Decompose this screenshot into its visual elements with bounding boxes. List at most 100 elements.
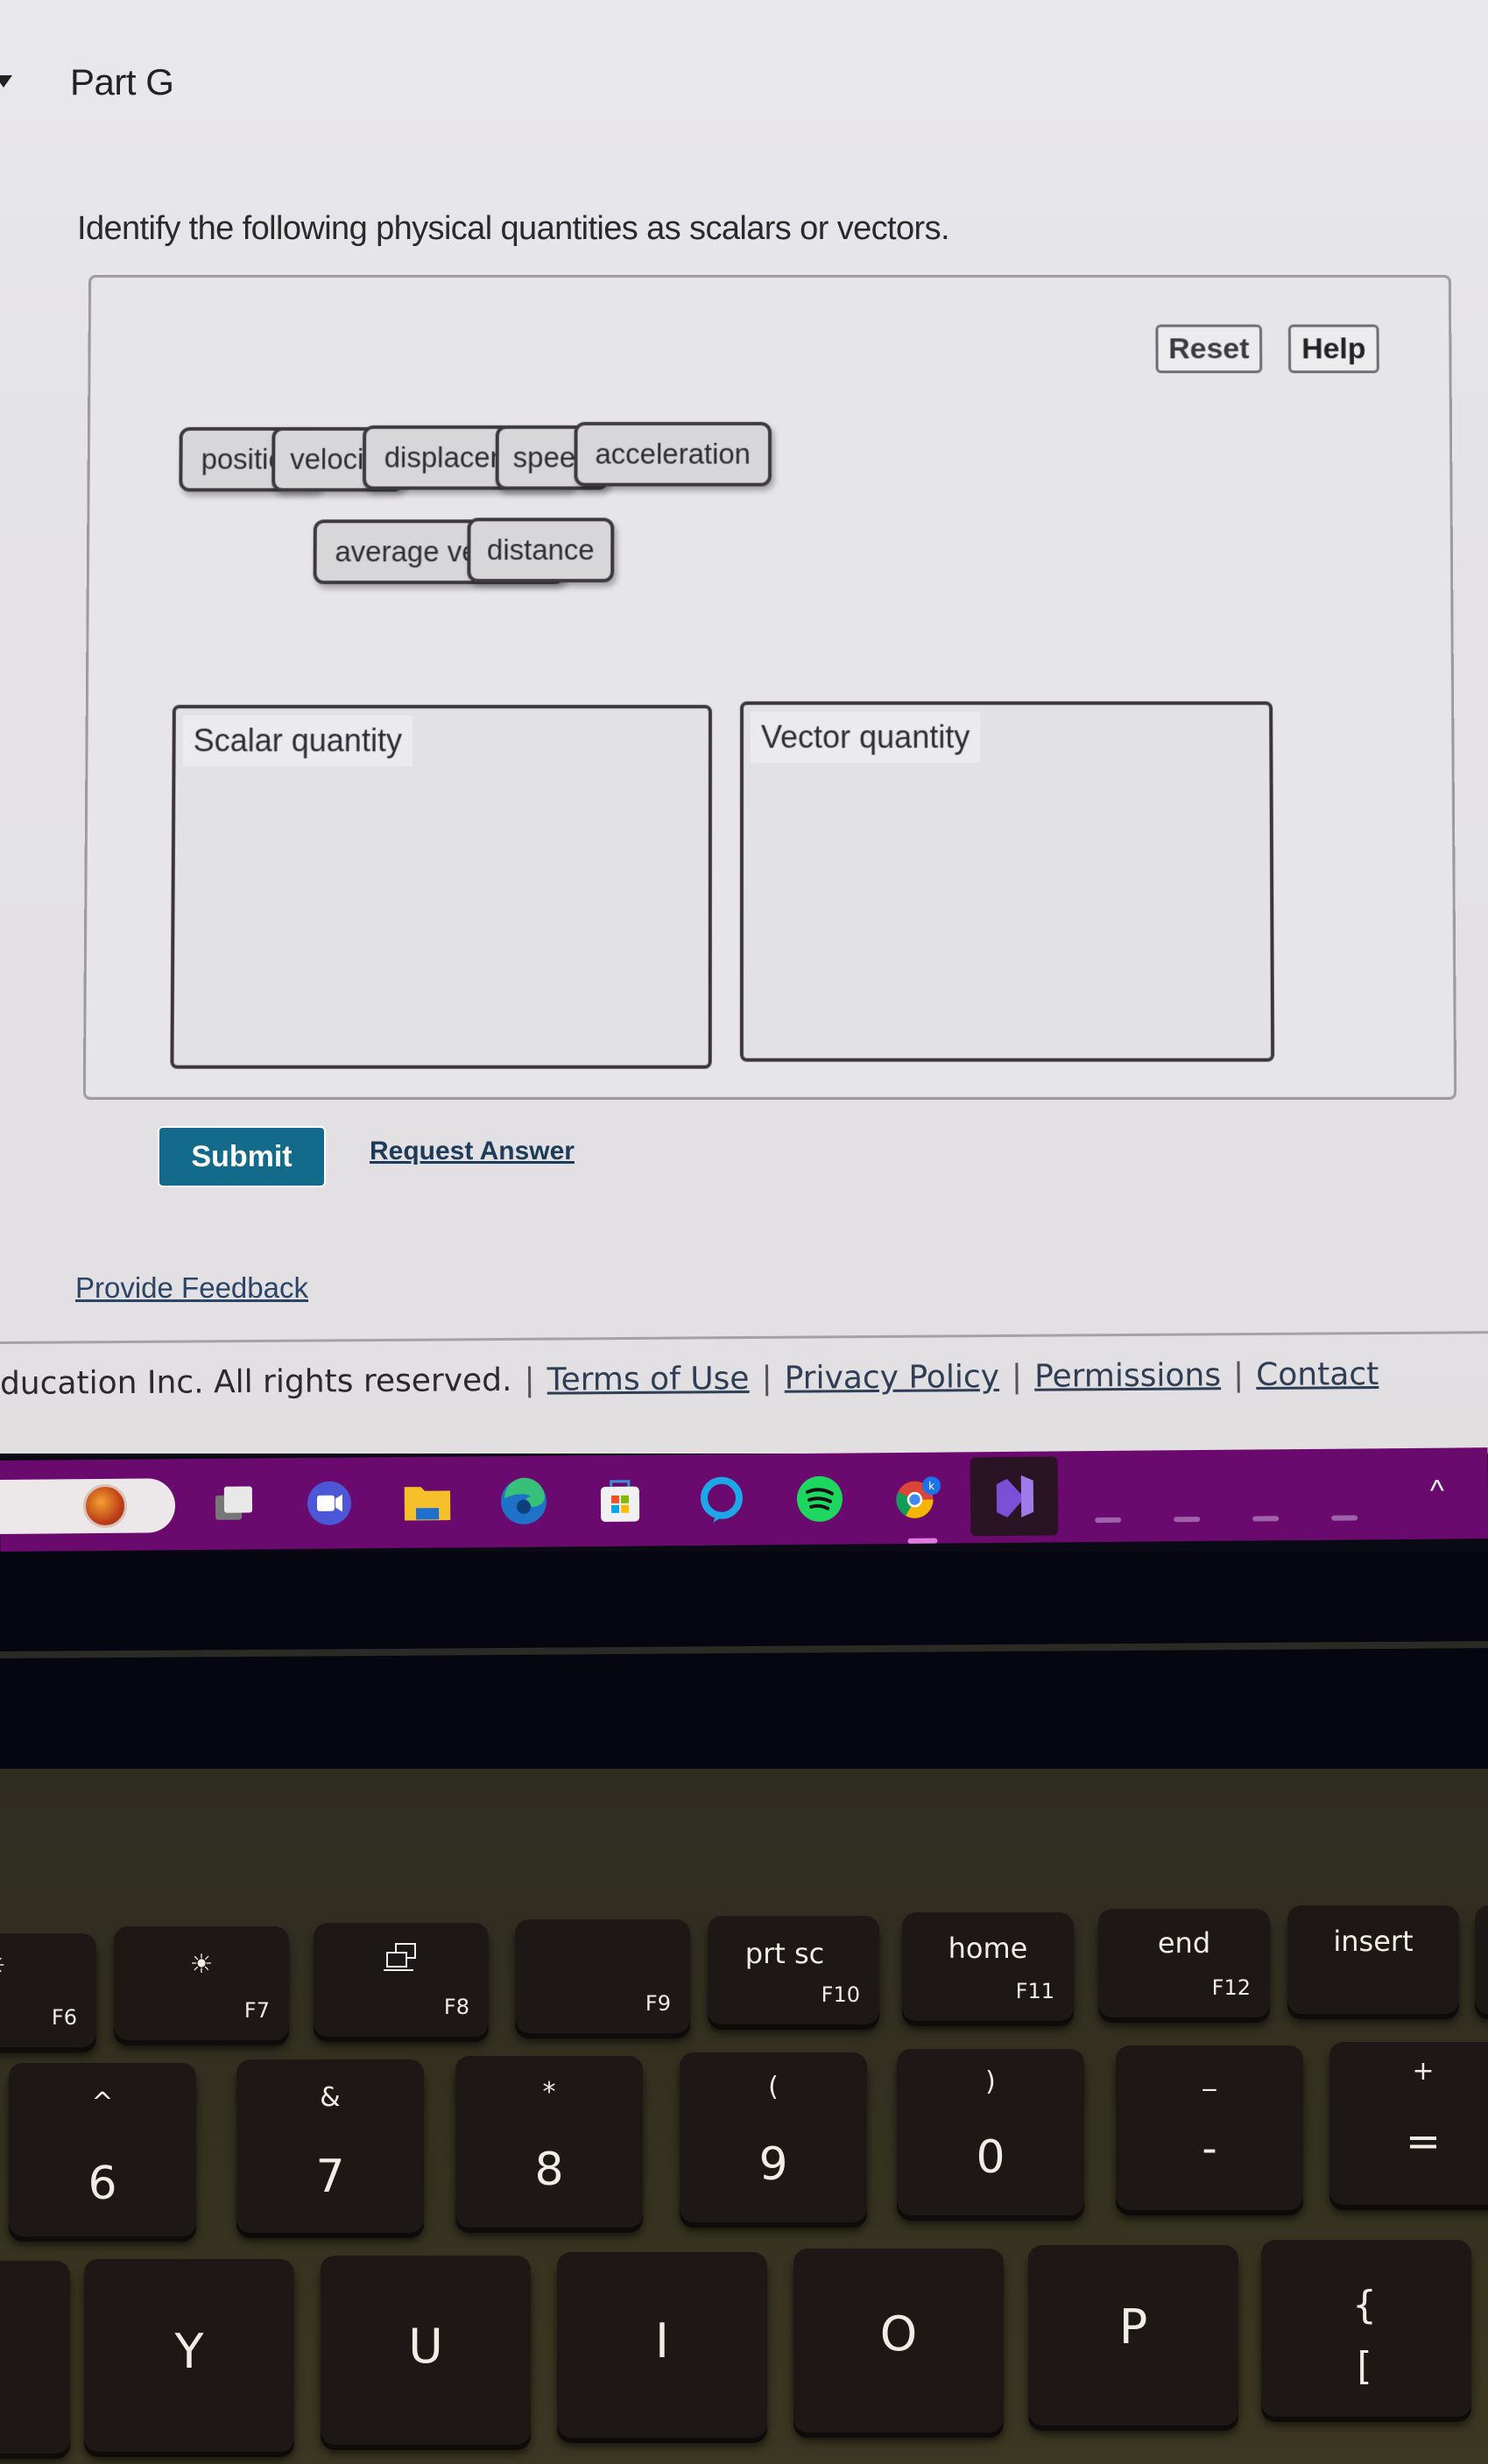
key-p[interactable]: P: [1028, 2245, 1238, 2425]
key-label: U: [408, 2319, 443, 2374]
project-display-icon: [314, 1942, 489, 1981]
key-equals[interactable]: + =: [1329, 2042, 1488, 2205]
key-8[interactable]: * 8: [455, 2056, 643, 2228]
key-label: Y: [174, 2324, 204, 2379]
question-instructions: Identify the following physical quantiti…: [77, 210, 950, 247]
key-label: =: [1405, 2117, 1442, 2166]
brightness-up-icon: ☀: [189, 1949, 214, 1980]
vector-drop-zone[interactable]: Vector quantity: [739, 701, 1275, 1062]
key-prtsc-f10[interactable]: prt sc F10: [708, 1916, 879, 2024]
key-y[interactable]: Y: [84, 2259, 294, 2452]
key-label: 0: [976, 2131, 1005, 2184]
zoom-meetings-icon[interactable]: [305, 1478, 354, 1527]
key-u[interactable]: U: [321, 2256, 531, 2445]
key-6[interactable]: ^ 6: [9, 2063, 196, 2236]
key-fn-label: F6: [51, 2005, 77, 2030]
laptop-bezel: [0, 1552, 1488, 1771]
key-shift-label: *: [542, 2077, 556, 2108]
browser-screen: Part G Identify the following physical q…: [0, 0, 1488, 1454]
key-shift-label: (: [768, 2072, 779, 2102]
permissions-link[interactable]: Permissions: [1034, 1357, 1221, 1394]
taskbar-reflection: [1174, 1517, 1201, 1523]
contact-link[interactable]: Contact: [1256, 1356, 1379, 1393]
key-label: O: [879, 2306, 918, 2362]
key-insert[interactable]: insert: [1287, 1905, 1459, 2014]
footer-separator: |: [1011, 1358, 1023, 1395]
footer-divider: [0, 1331, 1488, 1344]
brightness-down-icon: ☼: [0, 1951, 6, 1982]
key-0[interactable]: ) 0: [897, 2049, 1084, 2215]
key-fn-label: F8: [443, 1995, 469, 2019]
widget-thumbnail: [82, 1483, 128, 1529]
help-button[interactable]: Help: [1287, 324, 1379, 374]
key-t[interactable]: [0, 2261, 70, 2453]
chrome-profile-icon[interactable]: k: [893, 1474, 942, 1523]
key-label: insert: [1333, 1925, 1414, 1958]
key-f7[interactable]: ☀ F7: [114, 1926, 289, 2040]
file-explorer-icon[interactable]: [403, 1477, 452, 1526]
key-shift-label: _: [1202, 2061, 1216, 2092]
draggable-chip-distance[interactable]: distance: [467, 517, 615, 583]
key-label: -: [1202, 2124, 1217, 2173]
key-delete[interactable]: [1475, 1905, 1488, 2014]
widgets-weather-icon[interactable]: [0, 1478, 176, 1535]
key-label: 6: [88, 2158, 117, 2210]
key-f6[interactable]: ☼ F6: [0, 1933, 96, 2047]
drag-and-drop-panel: Reset Help position velocity displacemen…: [82, 274, 1457, 1100]
provide-feedback-link[interactable]: Provide Feedback: [75, 1271, 308, 1305]
part-title: Part G: [70, 61, 174, 102]
key-label: P: [1118, 2299, 1148, 2355]
spotify-icon[interactable]: [795, 1475, 844, 1524]
key-o[interactable]: O: [793, 2249, 1004, 2432]
vector-bin-label: Vector quantity: [750, 712, 981, 764]
draggable-chip-acceleration[interactable]: acceleration: [574, 421, 772, 487]
key-fn-label: F7: [243, 1998, 270, 2023]
active-app-indicator: [907, 1538, 938, 1544]
key-9[interactable]: ( 9: [680, 2052, 867, 2222]
key-minus[interactable]: _ -: [1116, 2045, 1303, 2210]
submit-button[interactable]: Submit: [159, 1128, 324, 1186]
scalar-drop-zone[interactable]: Scalar quantity: [170, 705, 712, 1069]
key-fn-label: F9: [645, 1991, 671, 2016]
copyright-text: ducation Inc. All rights reserved.: [0, 1362, 512, 1402]
request-answer-link[interactable]: Request Answer: [370, 1137, 575, 1166]
taskbar-reflection: [1095, 1517, 1122, 1524]
key-label: 7: [315, 2151, 345, 2203]
key-home-f11[interactable]: home F11: [902, 1912, 1074, 2021]
footer-separator: |: [1232, 1357, 1245, 1394]
microsoft-store-icon[interactable]: [596, 1476, 645, 1525]
svg-text:k: k: [928, 1480, 935, 1492]
visual-studio-icon[interactable]: [970, 1456, 1059, 1537]
taskbar-reflection: [1252, 1516, 1280, 1522]
edge-icon[interactable]: [499, 1477, 548, 1526]
key-label: I: [655, 2313, 669, 2369]
key-fn-label: F11: [1015, 1979, 1054, 2003]
reset-button[interactable]: Reset: [1155, 324, 1263, 374]
windows-taskbar: k ^: [0, 1447, 1488, 1552]
key-7[interactable]: & 7: [236, 2059, 424, 2233]
footer-separator: |: [524, 1362, 535, 1398]
key-label: { [: [1352, 2283, 1377, 2390]
key-shift-label: ): [985, 2066, 996, 2097]
terms-of-use-link[interactable]: Terms of Use: [547, 1361, 749, 1398]
key-f9[interactable]: F9: [515, 1919, 690, 2033]
footer-separator: |: [761, 1360, 772, 1397]
key-label: 9: [758, 2138, 788, 2191]
key-i[interactable]: I: [557, 2252, 767, 2438]
key-label: prt sc: [744, 1937, 825, 1970]
taskbar-reflection: [1331, 1515, 1358, 1521]
privacy-policy-link[interactable]: Privacy Policy: [784, 1359, 999, 1397]
show-hidden-icons-chevron-icon[interactable]: ^: [1430, 1475, 1444, 1509]
key-fn-label: F10: [821, 1982, 860, 2007]
key-shift-label: &: [320, 2082, 341, 2113]
page-footer: ducation Inc. All rights reserved. | Ter…: [0, 1355, 1488, 1402]
key-bracket[interactable]: { [: [1261, 2240, 1471, 2417]
key-shift-label: +: [1412, 2056, 1435, 2087]
task-view-icon[interactable]: [210, 1479, 259, 1528]
key-end-f12[interactable]: end F12: [1098, 1909, 1270, 2017]
laptop-keyboard: ☼ F6 ☀ F7 F8 F9 prt sc F10 home F11 end …: [0, 1769, 1488, 2464]
key-label: home: [948, 1932, 1028, 1965]
alexa-icon[interactable]: [697, 1475, 746, 1524]
key-f8[interactable]: F8: [314, 1923, 489, 2037]
collapse-triangle-icon[interactable]: [0, 75, 12, 88]
